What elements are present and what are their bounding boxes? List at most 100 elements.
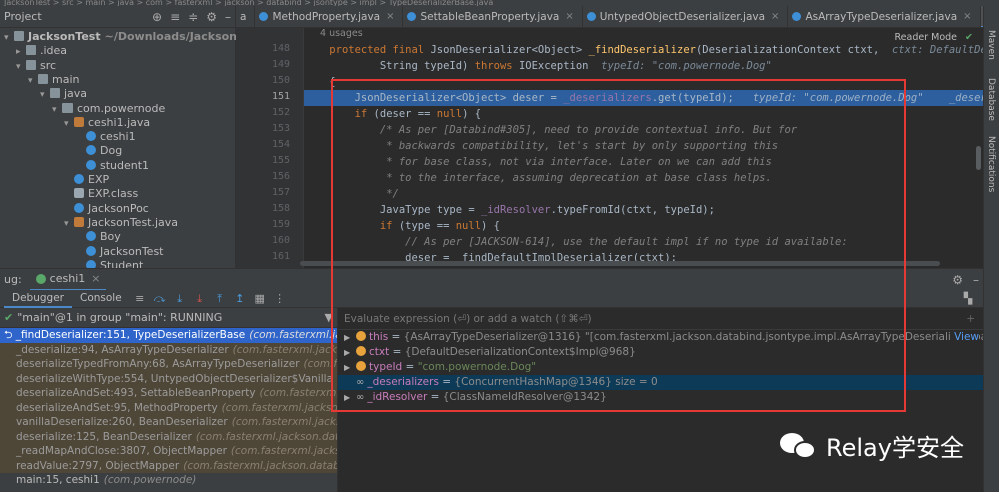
variable-row[interactable]: ▶ ctxt = {DefaultDeserializationContext$I… — [338, 345, 983, 360]
code-line-148[interactable]: protected final JsonDeserializer<Object>… — [304, 42, 983, 58]
variable-row[interactable]: ▶ ∞ _idResolver = {ClassNameIdResolver@134… — [338, 390, 983, 405]
collapse-icon[interactable]: ≡ — [170, 10, 180, 24]
locate-icon[interactable]: ⊕ — [152, 10, 162, 24]
code-line-158[interactable]: JavaType type = _idResolver.typeFromId(c… — [304, 202, 983, 218]
chevron-icon[interactable]: ▾ — [28, 74, 38, 88]
gear-icon[interactable]: ⚙ — [206, 10, 217, 24]
usages-hint[interactable]: 4 usages — [320, 28, 363, 39]
close-icon[interactable]: × — [565, 11, 573, 22]
expand-icon[interactable]: ▶ — [344, 330, 356, 345]
menu-icon[interactable]: ≡ — [133, 292, 147, 306]
stack-frame[interactable]: deserializeTypedFromAny:68, AsArrayTypeD… — [0, 357, 337, 372]
expand-icon[interactable]: ▶ — [344, 360, 356, 375]
stack-frame[interactable]: _deserialize:94, AsArrayTypeDeserializer… — [0, 342, 337, 357]
tree-item[interactable]: EXP.class — [0, 187, 138, 201]
filter-icon[interactable]: ▼ — [325, 311, 333, 324]
tree-item[interactable]: ▾ JacksonTest.java — [0, 216, 178, 230]
tree-item[interactable]: ▾ src — [0, 59, 56, 73]
tree-item[interactable]: ▾ main — [0, 73, 79, 87]
tree-item[interactable]: ▸ .idea — [0, 44, 67, 58]
tree-item[interactable]: Dog — [0, 144, 122, 158]
stack-frame[interactable]: main:15, ceshi1 (com.powernode) — [0, 473, 337, 488]
variable-row[interactable]: ∞ _deserializers = {ConcurrentHashMap@134… — [338, 375, 983, 390]
code-line-152[interactable]: if (deser == null) { — [304, 106, 983, 122]
debug-session-tab[interactable]: ceshi1 × — [29, 269, 107, 291]
tab-untypedobjectdeserializer-java[interactable]: UntypedObjectDeserializer.java × — [583, 6, 789, 27]
code-line-151[interactable]: JsonDeserializer<Object> deser = _deseri… — [304, 90, 983, 106]
hide-icon[interactable]: – — [225, 10, 231, 24]
tree-item[interactable]: ceshi1 — [0, 130, 136, 144]
project-panel-title[interactable]: Project — [4, 10, 152, 23]
code-line-160[interactable]: // As per [JACKSON-614], use the default… — [304, 234, 983, 250]
tree-item[interactable]: ▾ JacksonTest ~/Downloads/JacksonTest — [0, 30, 262, 44]
code-line-155[interactable]: * for base class, not via interface. Lat… — [304, 154, 983, 170]
expand-icon[interactable]: ≑ — [188, 10, 198, 24]
tree-item[interactable]: student1 — [0, 159, 149, 173]
view-link[interactable]: View — [950, 330, 979, 345]
layout-icon[interactable]: ▚ — [961, 292, 975, 306]
gear-icon[interactable]: ⚙ — [952, 273, 963, 287]
stack-frame[interactable]: ⮌ _findDeserializer:151, TypeDeserialize… — [0, 328, 337, 343]
chevron-icon[interactable]: ▸ — [16, 45, 26, 59]
variable-row[interactable]: ▶ this = {AsArrayTypeDeserializer@1316} "… — [338, 330, 983, 345]
tab-asarraytypedeserializer-java[interactable]: AsArrayTypeDeserializer.java × — [788, 6, 981, 27]
tree-item[interactable]: Boy — [0, 230, 121, 244]
chevron-icon[interactable]: ▾ — [4, 31, 14, 45]
thread-selector[interactable]: ✔ "main"@1 in group "main": RUNNING ▼ — [0, 308, 337, 328]
notifications-tool-tab[interactable]: Notifications — [986, 136, 996, 192]
stack-frame[interactable]: vanillaDeserialize:260, BeanDeserializer… — [0, 415, 337, 430]
variable-row[interactable]: ▶ typeId = "com.powernode.Dog" — [338, 360, 983, 375]
close-icon[interactable]: × — [771, 11, 779, 22]
chevron-icon[interactable]: ▾ — [52, 103, 62, 117]
run-to-cursor-icon[interactable]: ↥ — [233, 292, 247, 306]
tree-item[interactable]: ▾ java — [0, 87, 87, 101]
stack-frame[interactable]: deserializeWithType:554, UntypedObjectDe… — [0, 371, 337, 386]
code-line-149[interactable]: String typeId) throws IOException typeId… — [304, 58, 983, 74]
force-step-into-icon[interactable]: ⤓ — [193, 292, 207, 306]
tree-item[interactable]: EXP — [0, 173, 109, 187]
tab-methodproperty-java[interactable]: MethodProperty.java × — [255, 6, 404, 27]
database-tool-tab[interactable]: Database — [986, 78, 996, 121]
maven-tool-tab[interactable]: Maven — [986, 30, 996, 60]
code-line-157[interactable]: */ — [304, 186, 983, 202]
code-line-159[interactable]: if (type == null) { — [304, 218, 983, 234]
tree-item[interactable]: ▾ ceshi1.java — [0, 116, 150, 130]
code-line-154[interactable]: * backwards compatibility, let's start b… — [304, 138, 983, 154]
tree-item[interactable]: JacksonPoc — [0, 202, 149, 216]
stack-frame[interactable]: deserializeAndSet:95, MethodProperty (com… — [0, 400, 337, 415]
add-watch-icon[interactable]: + — [966, 313, 975, 325]
step-into-icon[interactable]: ⤓ — [173, 292, 187, 306]
evaluate-icon[interactable]: ▦ — [253, 292, 267, 306]
hide-icon[interactable]: – — [973, 273, 979, 287]
stack-frame[interactable]: _readMapAndClose:3807, ObjectMapper (com.… — [0, 444, 337, 459]
close-icon[interactable]: × — [963, 11, 971, 22]
tree-item[interactable]: ▾ com.powernode — [0, 102, 165, 116]
stack-frame[interactable]: deserializeAndSet:493, SettableBeanPrope… — [0, 386, 337, 401]
tab-a[interactable]: a — [236, 6, 256, 27]
watch-input[interactable]: Evaluate expression (⏎) or add a watch (… — [338, 308, 983, 330]
close-icon[interactable]: × — [386, 11, 394, 22]
chevron-icon[interactable]: ▾ — [16, 60, 26, 74]
chevron-icon[interactable]: ▾ — [64, 117, 74, 131]
code-line-150[interactable]: { — [304, 74, 983, 90]
editor-horizontal-scrollbar[interactable] — [300, 261, 940, 266]
stack-frame[interactable]: readValue:2797, ObjectMapper (com.fasterx… — [0, 458, 337, 473]
close-icon[interactable]: × — [91, 272, 100, 285]
tree-item[interactable]: JacksonTest — [0, 245, 164, 259]
chevron-icon[interactable]: ▾ — [64, 217, 74, 231]
tab-settablebeanproperty-java[interactable]: SettableBeanProperty.java × — [403, 6, 583, 27]
step-over-icon[interactable]: ⤼ — [153, 292, 167, 306]
code-line-156[interactable]: * to the interface, assuming deprecation… — [304, 170, 983, 186]
expand-icon[interactable]: ▶ — [344, 390, 356, 405]
stack-frame[interactable]: deserialize:125, BeanDeserializer (com.fa… — [0, 429, 337, 444]
code-editor[interactable]: 4 usages Reader Mode ✔ protected final Js… — [304, 28, 983, 268]
chevron-icon[interactable]: ▾ — [40, 88, 50, 102]
editor-vertical-scrollbar[interactable] — [976, 146, 981, 170]
expand-icon[interactable]: ▶ — [344, 345, 356, 360]
variable-name: _deserializers — [367, 376, 439, 388]
more-icon[interactable]: ⋮ — [273, 292, 287, 306]
tab-console[interactable]: Console — [72, 290, 130, 308]
code-line-153[interactable]: /* As per [Databind#305], need to provid… — [304, 122, 983, 138]
step-out-icon[interactable]: ⤒ — [213, 292, 227, 306]
tab-debugger[interactable]: Debugger — [4, 290, 72, 308]
